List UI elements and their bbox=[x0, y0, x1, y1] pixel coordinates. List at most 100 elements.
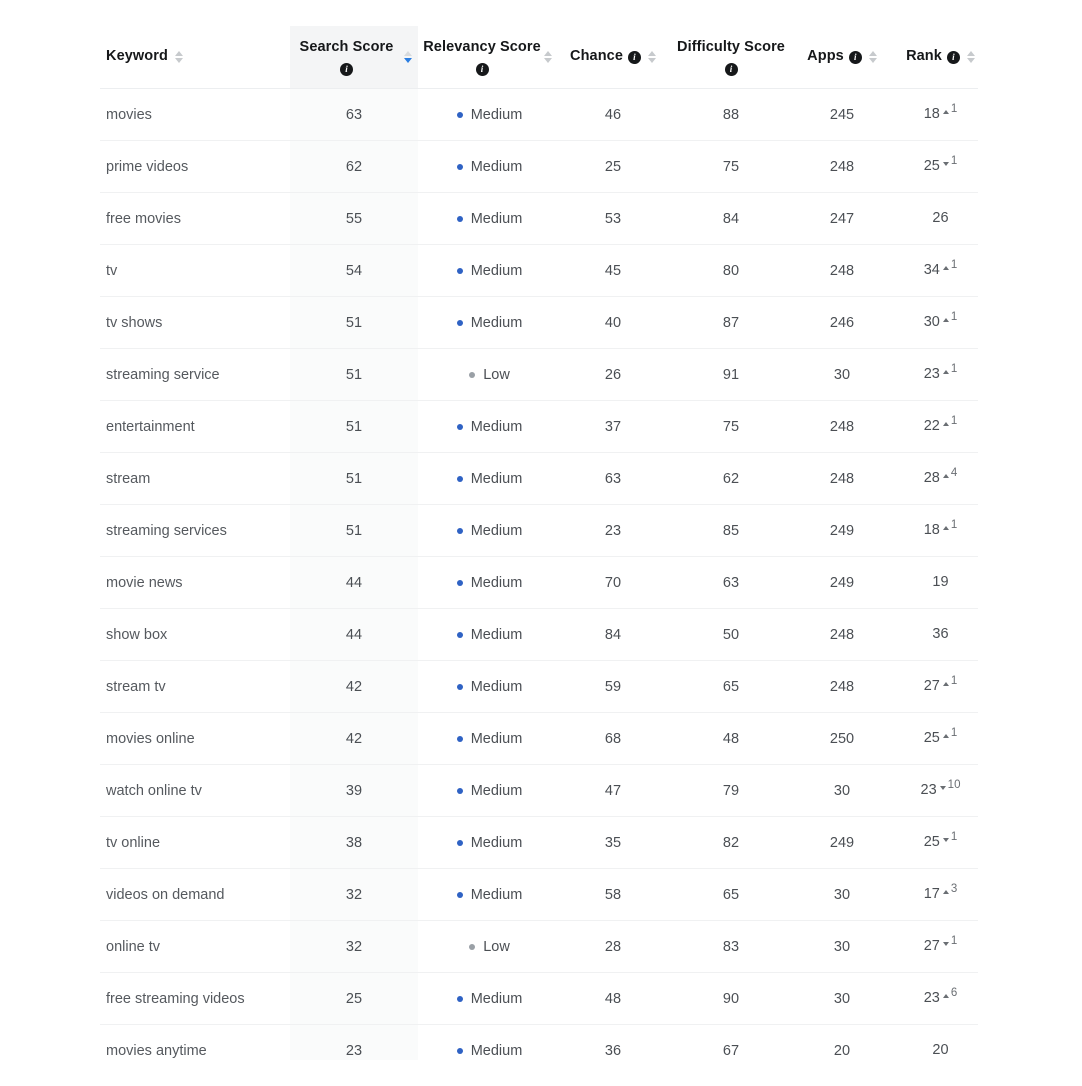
info-icon[interactable]: i bbox=[340, 62, 353, 76]
cell-keyword[interactable]: watch online tv bbox=[100, 764, 290, 817]
relevancy-dot-icon bbox=[456, 892, 463, 898]
cell-keyword[interactable]: tv shows bbox=[100, 296, 290, 349]
cell-difficulty-score: 65 bbox=[665, 660, 797, 713]
cell-difficulty-score: 80 bbox=[665, 244, 797, 297]
cell-keyword[interactable]: streaming service bbox=[100, 348, 290, 401]
info-icon[interactable]: i bbox=[475, 62, 489, 76]
cell-rank: 27 1 bbox=[887, 660, 978, 713]
cell-keyword[interactable]: tv online bbox=[100, 816, 290, 869]
cell-keyword[interactable]: stream bbox=[100, 452, 290, 505]
column-header-difficulty[interactable]: Difficulty Score i bbox=[665, 26, 797, 89]
table-row[interactable]: videos on demand 32 Medium 58 65 30 17 3 bbox=[100, 868, 978, 921]
cell-difficulty-score: 84 bbox=[665, 192, 797, 245]
cell-keyword[interactable]: tv bbox=[100, 244, 290, 297]
info-icon[interactable]: i bbox=[627, 50, 641, 64]
cell-keyword[interactable]: movies bbox=[100, 88, 290, 141]
column-header-search[interactable]: Search Score i bbox=[290, 26, 418, 89]
cell-keyword[interactable]: streaming services bbox=[100, 504, 290, 557]
cell-keyword[interactable]: prime videos bbox=[100, 140, 290, 193]
table-row[interactable]: watch online tv 39 Medium 47 79 30 23 10 bbox=[100, 764, 978, 817]
cell-search-score: 25 bbox=[290, 972, 418, 1025]
column-header-relevancy[interactable]: Relevancy Score i bbox=[418, 26, 561, 89]
relevancy-label: Medium bbox=[470, 315, 523, 331]
table-row[interactable]: streaming services 51 Medium 23 85 249 18 1 bbox=[100, 504, 978, 557]
cell-apps: 248 bbox=[797, 452, 887, 505]
table-row[interactable]: tv online 38 Medium 35 82 249 25 1 bbox=[100, 816, 978, 869]
relevancy-label: Medium bbox=[470, 783, 523, 799]
table-row[interactable]: free streaming videos 25 Medium 48 90 30 23 6 bbox=[100, 972, 978, 1025]
cell-chance: 48 bbox=[561, 972, 665, 1025]
cell-keyword[interactable]: online tv bbox=[100, 920, 290, 973]
table-row[interactable]: tv 54 Medium 45 80 248 34 1 bbox=[100, 244, 978, 297]
sort-chevrons-icon[interactable] bbox=[966, 51, 975, 63]
cell-keyword[interactable]: movies anytime bbox=[100, 1024, 290, 1060]
rank-value: 23 bbox=[923, 366, 940, 383]
cell-keyword[interactable]: videos on demand bbox=[100, 868, 290, 921]
rank-delta-up: 6 bbox=[942, 988, 957, 1000]
rank-delta-value: 1 bbox=[950, 155, 958, 168]
table-row[interactable]: stream tv 42 Medium 59 65 248 27 1 bbox=[100, 660, 978, 713]
table-row[interactable]: prime videos 62 Medium 25 75 248 25 1 bbox=[100, 140, 978, 193]
cell-keyword[interactable]: free movies bbox=[100, 192, 290, 245]
column-header-keyword[interactable]: Keyword bbox=[100, 26, 290, 89]
rank-delta-up: 1 bbox=[942, 260, 957, 272]
cell-keyword[interactable]: movies online bbox=[100, 712, 290, 765]
cell-rank: 19 bbox=[887, 556, 978, 609]
sort-chevrons-icon[interactable] bbox=[647, 51, 656, 63]
table-row[interactable]: show box 44 Medium 84 50 248 36 bbox=[100, 608, 978, 661]
cell-relevancy-score: Low bbox=[418, 920, 561, 973]
cell-search-score: 51 bbox=[290, 400, 418, 453]
table-row[interactable]: movies 63 Medium 46 88 245 18 1 bbox=[100, 88, 978, 141]
table-row[interactable]: free movies 55 Medium 53 84 247 26 bbox=[100, 192, 978, 245]
cell-relevancy-score: Medium bbox=[418, 140, 561, 193]
cell-relevancy-score: Medium bbox=[418, 868, 561, 921]
cell-keyword[interactable]: movie news bbox=[100, 556, 290, 609]
table-row[interactable]: online tv 32 Low 28 83 30 27 1 bbox=[100, 920, 978, 973]
sort-chevrons-icon[interactable] bbox=[404, 51, 412, 63]
relevancy-dot-icon bbox=[456, 424, 463, 430]
sort-chevrons-icon[interactable] bbox=[174, 51, 183, 63]
info-icon[interactable]: i bbox=[848, 50, 862, 64]
table-row[interactable]: stream 51 Medium 63 62 248 28 4 bbox=[100, 452, 978, 505]
table-row[interactable]: movies online 42 Medium 68 48 250 25 1 bbox=[100, 712, 978, 765]
relevancy-dot-icon bbox=[456, 996, 463, 1002]
relevancy-label: Medium bbox=[470, 679, 523, 695]
table-row[interactable]: movie news 44 Medium 70 63 249 19 bbox=[100, 556, 978, 609]
cell-search-score: 51 bbox=[290, 296, 418, 349]
cell-rank: 25 1 bbox=[887, 140, 978, 193]
cell-rank: 28 4 bbox=[887, 452, 978, 505]
relevancy-dot-icon bbox=[469, 372, 476, 378]
cell-keyword[interactable]: stream tv bbox=[100, 660, 290, 713]
table-row[interactable]: movies anytime 23 Medium 36 67 20 20 bbox=[100, 1024, 978, 1060]
rank-delta-value: 1 bbox=[950, 519, 958, 532]
info-icon[interactable]: i bbox=[946, 50, 960, 64]
rank-value: 26 bbox=[932, 210, 949, 227]
column-header-rank[interactable]: Rank i bbox=[887, 26, 978, 89]
sort-chevrons-icon[interactable] bbox=[868, 51, 877, 63]
rank-value: 25 bbox=[923, 834, 940, 851]
rank-delta-up-icon bbox=[942, 525, 949, 530]
rank-value: 34 bbox=[923, 262, 940, 279]
relevancy-dot-icon bbox=[456, 840, 463, 846]
table-row[interactable]: streaming service 51 Low 26 91 30 23 1 bbox=[100, 348, 978, 401]
cell-chance: 84 bbox=[561, 608, 665, 661]
sort-chevrons-icon[interactable] bbox=[544, 51, 552, 63]
info-icon[interactable]: i bbox=[724, 62, 738, 76]
table-row[interactable]: entertainment 51 Medium 37 75 248 22 1 bbox=[100, 400, 978, 453]
keyword-table-viewport[interactable]: Keyword Search Score i Relevancy Score i Chan… bbox=[100, 26, 978, 1060]
cell-keyword[interactable]: show box bbox=[100, 608, 290, 661]
cell-difficulty-score: 87 bbox=[665, 296, 797, 349]
cell-keyword[interactable]: free streaming videos bbox=[100, 972, 290, 1025]
table-row[interactable]: tv shows 51 Medium 40 87 246 30 1 bbox=[100, 296, 978, 349]
rank-value: 18 bbox=[923, 522, 940, 539]
cell-rank: 22 1 bbox=[887, 400, 978, 453]
column-header-apps[interactable]: Apps i bbox=[797, 26, 887, 89]
relevancy-label: Medium bbox=[470, 835, 523, 851]
cell-apps: 248 bbox=[797, 140, 887, 193]
cell-keyword[interactable]: entertainment bbox=[100, 400, 290, 453]
relevancy-dot-icon bbox=[456, 684, 463, 690]
rank-delta-up-icon bbox=[942, 889, 949, 894]
cell-apps: 20 bbox=[797, 1024, 887, 1060]
cell-apps: 247 bbox=[797, 192, 887, 245]
column-header-chance[interactable]: Chance i bbox=[561, 26, 665, 89]
